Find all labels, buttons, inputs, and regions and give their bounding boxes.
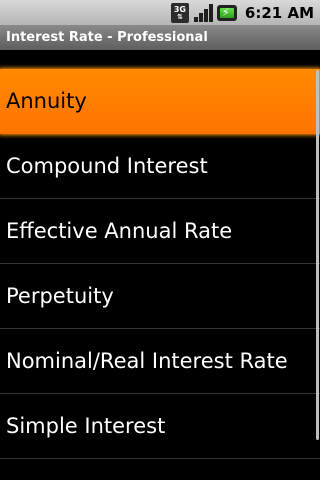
battery-charging-icon (216, 4, 237, 21)
scrollbar[interactable] (316, 70, 319, 440)
list-item-annuity[interactable]: Annuity (0, 69, 320, 134)
list-item-simple-interest[interactable]: Simple Interest (0, 394, 320, 459)
list-item-effective-annual-rate[interactable]: Effective Annual Rate (0, 199, 320, 264)
list-item-perpetuity[interactable]: Perpetuity (0, 264, 320, 329)
clock: 6:21 AM (244, 3, 314, 22)
menu-list: Annuity Compound Interest Effective Annu… (0, 50, 320, 480)
network-3g-icon: 3G ⇅ (170, 2, 189, 23)
app-title: Interest Rate - Professional (6, 30, 208, 45)
list-item-compound-interest[interactable]: Compound Interest (0, 134, 320, 199)
title-bar: Interest Rate - Professional (0, 25, 320, 50)
status-bar: 3G ⇅ 6:21 AM (0, 0, 320, 25)
list-item-nominal-real-interest-rate[interactable]: Nominal/Real Interest Rate (0, 329, 320, 394)
signal-icon (193, 3, 213, 23)
